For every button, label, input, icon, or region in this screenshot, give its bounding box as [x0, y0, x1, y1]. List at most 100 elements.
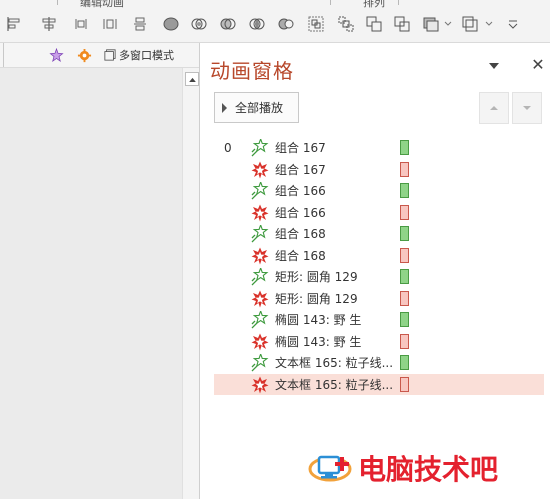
exit-timing-bar[interactable] [400, 204, 409, 220]
gear-icon[interactable] [74, 46, 94, 64]
arrow-down-icon [523, 106, 531, 110]
animation-list-item[interactable]: 文本框 165: 粒子线... [214, 352, 544, 374]
entrance-effect-icon [251, 311, 269, 329]
play-icon [222, 102, 227, 113]
align-left-edge-icon[interactable] [4, 14, 24, 34]
shape-combine-icon[interactable] [189, 14, 209, 34]
ribbon-separator [398, 0, 399, 5]
animation-list-item[interactable]: 组合 166 [214, 202, 544, 224]
exit-timing-bar[interactable] [400, 376, 409, 392]
entrance-timing-bar[interactable] [400, 140, 409, 155]
animation-list-item[interactable]: 0 组合 167 [214, 137, 544, 159]
entrance-effect-icon [251, 268, 269, 286]
ribbon-separator [330, 0, 331, 5]
animation-object-name: 组合 166 [275, 205, 326, 220]
entrance-timing-bar[interactable] [400, 183, 409, 198]
shape-intersect-icon[interactable] [247, 14, 267, 34]
animation-effect-icon[interactable] [46, 46, 66, 64]
animation-object-name: 文本框 165: 粒子线... [275, 356, 394, 371]
ribbon: 编辑动画 排列 [0, 0, 550, 43]
exit-effect-icon [251, 290, 269, 307]
selection-pane-icon[interactable] [421, 14, 441, 34]
ribbon-separator [57, 0, 58, 5]
group-icon[interactable] [306, 14, 326, 34]
animation-list-item[interactable]: 矩形: 圆角 129 [214, 266, 544, 288]
exit-effect-icon [251, 376, 269, 393]
shape-subtract-icon[interactable] [276, 14, 296, 34]
animation-object-name: 矩形: 圆角 129 [275, 291, 358, 306]
slide-canvas[interactable] [0, 68, 182, 499]
view-toolbar: 多窗口模式 [0, 43, 199, 68]
play-all-button[interactable]: 全部播放 [214, 92, 299, 123]
entrance-effect-icon [251, 182, 269, 200]
watermark-text: 电脑技术吧 [358, 453, 499, 486]
arrow-up-icon [490, 106, 498, 110]
chevron-down-icon[interactable] [485, 21, 493, 27]
move-down-button[interactable] [512, 92, 542, 124]
entrance-effect-icon [251, 139, 269, 157]
align-center-horizontal-icon[interactable] [39, 14, 59, 34]
ungroup-icon[interactable] [336, 14, 356, 34]
exit-effect-icon [251, 204, 269, 221]
ribbon-group-label: 编辑动画 [80, 0, 124, 9]
animation-object-name: 椭圆 143: 野 生 [275, 334, 362, 349]
pane-title: 动画窗格 [210, 59, 294, 83]
pane-options-dropdown[interactable] [487, 59, 501, 73]
animation-list: 0 组合 167 组合 167 组合 166 组合 166 组合 168 组合 168 矩形:… [214, 137, 544, 395]
animation-object-name: 组合 166 [275, 184, 326, 199]
animation-list-item[interactable]: 矩形: 圆角 129 [214, 288, 544, 310]
animation-list-item[interactable]: 椭圆 143: 野 生 [214, 331, 544, 353]
window-icon [104, 49, 116, 61]
rotate-icon[interactable] [460, 14, 480, 34]
slide-editing-area: 多窗口模式 [0, 43, 199, 499]
send-backward-icon[interactable] [392, 14, 412, 34]
align-right-edge-icon[interactable] [71, 14, 91, 34]
multi-window-mode-button[interactable]: 多窗口模式 [104, 46, 174, 64]
play-all-label: 全部播放 [235, 101, 284, 115]
vertical-scrollbar[interactable] [182, 68, 199, 499]
animation-object-name: 组合 168 [275, 248, 326, 263]
scroll-up-button[interactable] [185, 72, 199, 86]
exit-effect-icon [251, 247, 269, 264]
ribbon-group-label: 排列 [363, 0, 385, 9]
exit-effect-icon [251, 333, 269, 350]
toolbar-separator [3, 43, 4, 67]
entrance-timing-bar[interactable] [400, 355, 409, 370]
chevron-down-icon[interactable] [444, 21, 452, 27]
animation-list-item[interactable]: 组合 168 [214, 245, 544, 267]
animation-object-name: 组合 167 [275, 162, 326, 177]
entrance-effect-icon [251, 225, 269, 243]
entrance-timing-bar[interactable] [400, 226, 409, 241]
animation-list-item[interactable]: 组合 166 [214, 180, 544, 202]
watermark: 电脑技术吧 [308, 448, 498, 488]
animation-object-name: 组合 168 [275, 227, 326, 242]
animation-pane: 动画窗格 ✕ 全部播放 0 组合 167 组合 167 组合 166 组合 166 组合 … [200, 43, 550, 499]
distribute-horizontal-icon[interactable] [100, 14, 120, 34]
exit-effect-icon [251, 161, 269, 178]
shape-fragment-icon[interactable] [218, 14, 238, 34]
animation-object-name: 文本框 165: 粒子线... [275, 377, 394, 392]
animation-object-name: 矩形: 圆角 129 [275, 270, 358, 285]
entrance-timing-bar[interactable] [400, 269, 409, 284]
animation-object-name: 组合 167 [275, 141, 326, 156]
caret-down-icon [489, 63, 499, 69]
animation-sequence-number: 0 [224, 140, 232, 155]
entrance-timing-bar[interactable] [400, 312, 409, 327]
animation-list-item[interactable]: 组合 167 [214, 159, 544, 181]
distribute-vertical-icon[interactable] [130, 14, 150, 34]
multi-window-mode-label: 多窗口模式 [119, 49, 174, 62]
exit-timing-bar[interactable] [400, 247, 409, 263]
animation-list-item[interactable]: 椭圆 143: 野 生 [214, 309, 544, 331]
move-up-button[interactable] [479, 92, 509, 124]
exit-timing-bar[interactable] [400, 290, 409, 306]
watermark-logo-icon [308, 455, 352, 482]
animation-list-item[interactable]: 组合 168 [214, 223, 544, 245]
ribbon-options-icon[interactable] [503, 14, 523, 34]
close-icon[interactable]: ✕ [530, 57, 546, 73]
shape-union-icon[interactable] [161, 14, 181, 34]
animation-object-name: 椭圆 143: 野 生 [275, 313, 362, 328]
bring-forward-icon[interactable] [364, 14, 384, 34]
animation-list-item[interactable]: 文本框 165: 粒子线... [214, 373, 544, 395]
exit-timing-bar[interactable] [400, 333, 409, 349]
exit-timing-bar[interactable] [400, 161, 409, 177]
